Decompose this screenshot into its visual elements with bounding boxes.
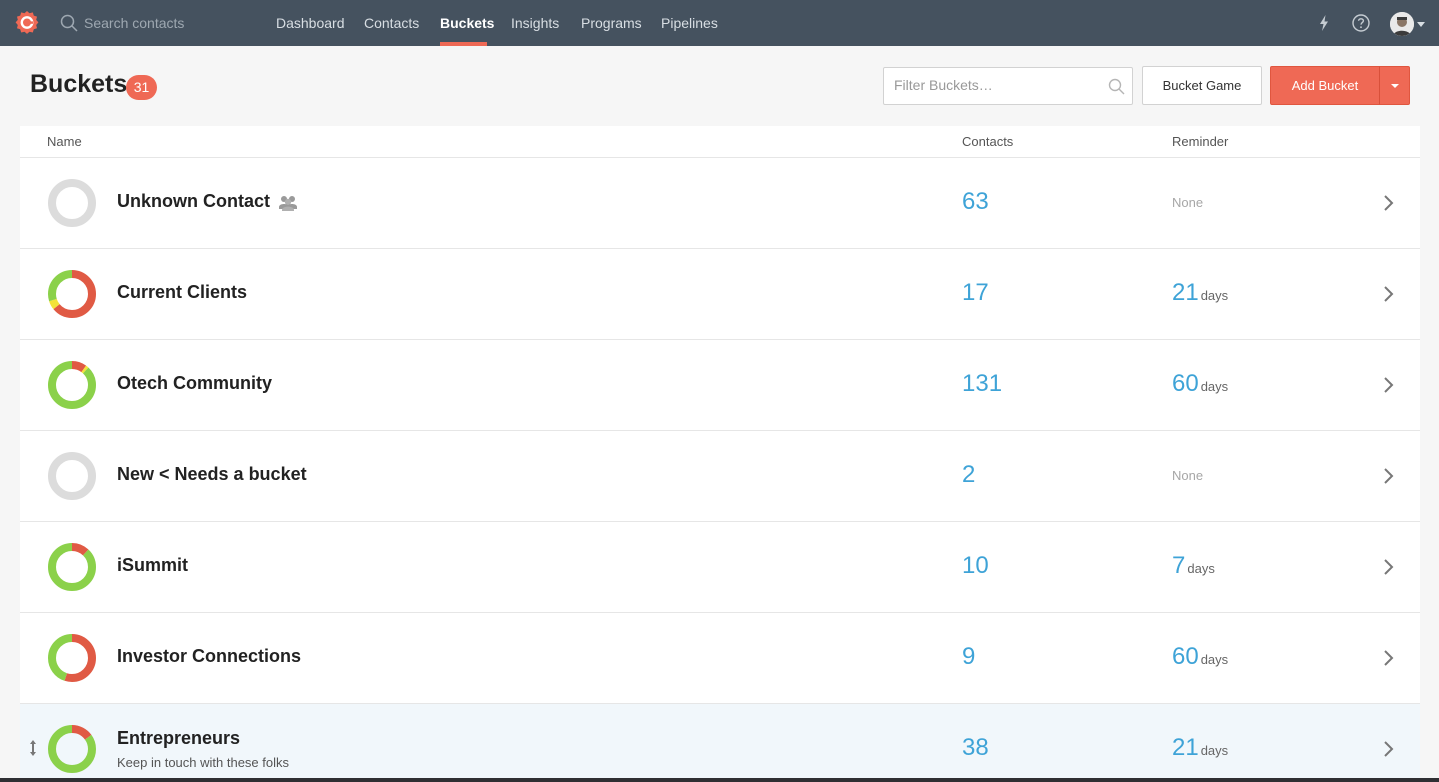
search-input[interactable] [84,12,254,34]
search-icon [1108,78,1125,95]
nav-programs[interactable]: Programs [581,0,642,46]
reminder: 21 days [1172,279,1228,307]
top-navbar: Dashboard Contacts Buckets Insights Prog… [0,0,1439,46]
reminder-unit: days [1200,743,1229,758]
add-bucket-dropdown-toggle[interactable] [1379,66,1410,105]
contacts-count[interactable]: 9 [962,643,975,671]
filter-buckets-field[interactable] [883,67,1133,105]
reminder-value: 60 [1172,370,1199,397]
reminder-value: 21 [1172,279,1199,306]
column-header-contacts[interactable]: Contacts [962,134,1013,149]
health-ring [48,361,96,409]
health-ring [48,543,96,591]
health-ring [48,452,96,500]
contacts-count[interactable]: 38 [962,734,989,762]
column-header-name[interactable]: Name [47,134,82,149]
reminder: 21 days [1172,734,1228,762]
add-bucket-button[interactable]: Add Bucket [1270,66,1380,105]
table-row[interactable]: New < Needs a bucket 2 None [20,431,1420,522]
nav-contacts[interactable]: Contacts [364,0,419,46]
chevron-right-icon[interactable] [1382,193,1396,213]
health-ring [48,725,96,773]
table-row[interactable]: Entrepreneurs Keep in touch with these fo… [20,704,1420,778]
reminder-none: None [1172,195,1204,210]
filter-buckets-input[interactable] [894,77,1094,93]
health-ring [48,634,96,682]
bucket-name[interactable]: Investor Connections [117,646,301,667]
reminder-unit: days [1200,652,1229,667]
reminder: 60 days [1172,643,1228,671]
chevron-right-icon[interactable] [1382,466,1396,486]
chevron-down-icon [1391,84,1399,88]
health-ring [48,179,96,227]
drag-handle-icon[interactable] [28,738,38,758]
bucket-name[interactable]: Entrepreneurs [117,728,240,749]
table-row[interactable]: Current Clients 17 21 days [20,249,1420,340]
bucket-name[interactable]: iSummit [117,555,188,576]
reminder: 60 days [1172,370,1228,398]
chevron-right-icon[interactable] [1382,284,1396,304]
nav-buckets[interactable]: Buckets [440,0,494,46]
table-row[interactable]: Otech Community 131 60 days [20,340,1420,431]
reminder-value: 21 [1172,734,1199,761]
contacts-count[interactable]: 10 [962,552,989,580]
bucket-name[interactable]: New < Needs a bucket [117,464,307,485]
page-title: Buckets [30,70,128,98]
bucket-description: Keep in touch with these folks [117,755,289,770]
bucket-name[interactable]: Unknown Contact [117,191,270,212]
bucket-count-badge: 31 [126,75,157,100]
bucket-name[interactable]: Current Clients [117,282,247,303]
avatar[interactable] [1390,12,1414,36]
nav-pipelines[interactable]: Pipelines [661,0,718,46]
help-icon[interactable] [1351,13,1371,33]
logo-icon[interactable] [14,10,40,36]
health-ring [48,270,96,318]
lightning-icon[interactable] [1314,13,1334,33]
chevron-right-icon[interactable] [1382,739,1396,759]
table-row[interactable]: iSummit 10 7 days [20,522,1420,613]
bucket-game-button[interactable]: Bucket Game [1142,66,1262,105]
bucket-name[interactable]: Otech Community [117,373,272,394]
reminder-unit: days [1200,288,1229,303]
reminder-value: 60 [1172,643,1199,670]
reminder-value: 7 [1172,552,1186,579]
reminder-unit: days [1187,561,1215,576]
chevron-down-icon[interactable] [1417,22,1425,27]
contacts-count[interactable]: 63 [962,188,989,216]
contacts-count[interactable]: 2 [962,461,975,489]
reminder-unit: days [1200,379,1229,394]
contacts-count[interactable]: 17 [962,279,989,307]
reminder-none: None [1172,468,1204,483]
column-header-reminder[interactable]: Reminder [1172,134,1228,149]
buckets-table: Name Contacts Reminder Unknown Contact 63… [20,126,1420,778]
reminder: 7 days [1172,552,1215,580]
chevron-right-icon[interactable] [1382,375,1396,395]
main-content: Buckets 31 Bucket Game Add Bucket Name C… [0,46,1439,778]
table-row[interactable]: Unknown Contact 63 None [20,158,1420,249]
search-icon [60,14,78,32]
table-row[interactable]: Investor Connections 9 60 days [20,613,1420,704]
group-icon [279,196,297,211]
nav-insights[interactable]: Insights [511,0,559,46]
chevron-right-icon[interactable] [1382,557,1396,577]
chevron-right-icon[interactable] [1382,648,1396,668]
contacts-count[interactable]: 131 [962,370,1002,398]
nav-dashboard[interactable]: Dashboard [276,0,345,46]
